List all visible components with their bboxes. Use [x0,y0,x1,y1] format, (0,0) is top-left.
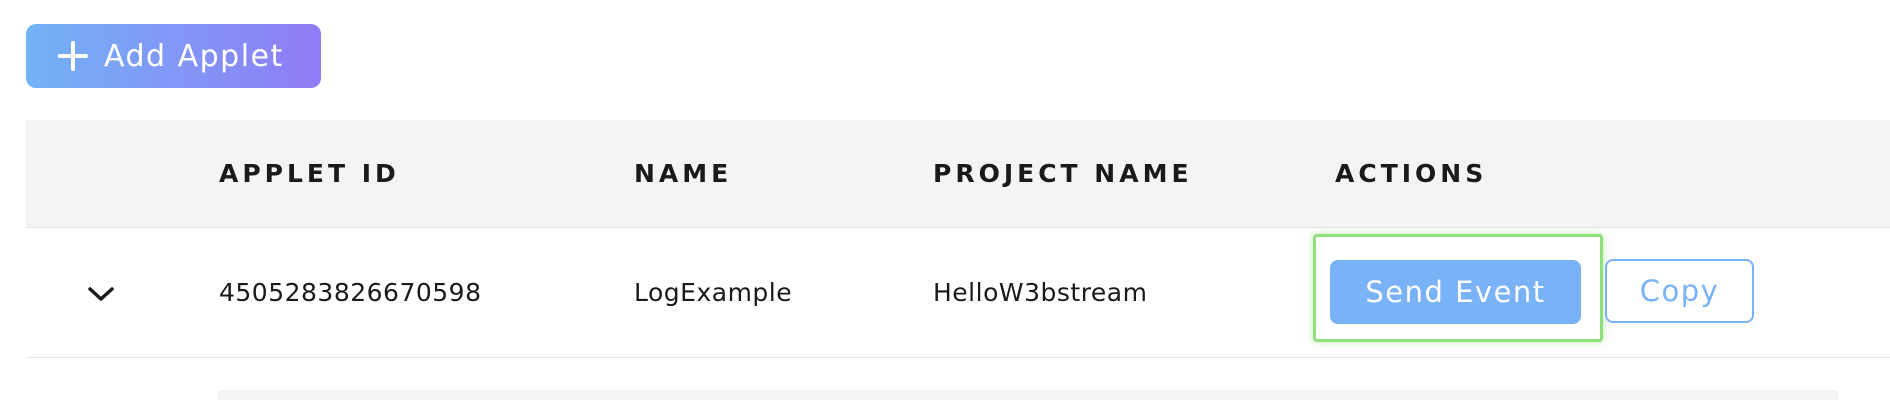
add-applet-label: Add Applet [104,38,284,74]
name-cell: LogExample [634,278,793,307]
applets-page: Add Applet APPLET ID NAME PROJECT NAME A… [0,0,1890,400]
add-applet-button[interactable]: Add Applet [26,24,321,88]
applet-id-cell: 4505283826670598 [219,278,482,307]
applets-table: APPLET ID NAME PROJECT NAME ACTIONS 4505… [26,120,1890,358]
column-header-actions: ACTIONS [1335,159,1488,188]
column-header-project-name: PROJECT NAME [933,159,1193,188]
table-row: 4505283826670598 LogExample HelloW3bstre… [26,228,1890,358]
chevron-down-icon[interactable] [86,284,116,304]
project-name-cell: HelloW3bstream [933,278,1148,307]
send-event-button[interactable]: Send Event [1330,260,1581,324]
plus-icon [56,39,90,73]
column-header-name: NAME [634,159,733,188]
column-header-applet-id: APPLET ID [219,159,400,188]
copy-button[interactable]: Copy [1605,259,1754,323]
table-header: APPLET ID NAME PROJECT NAME ACTIONS [26,120,1890,228]
expanded-row-panel [218,390,1838,400]
